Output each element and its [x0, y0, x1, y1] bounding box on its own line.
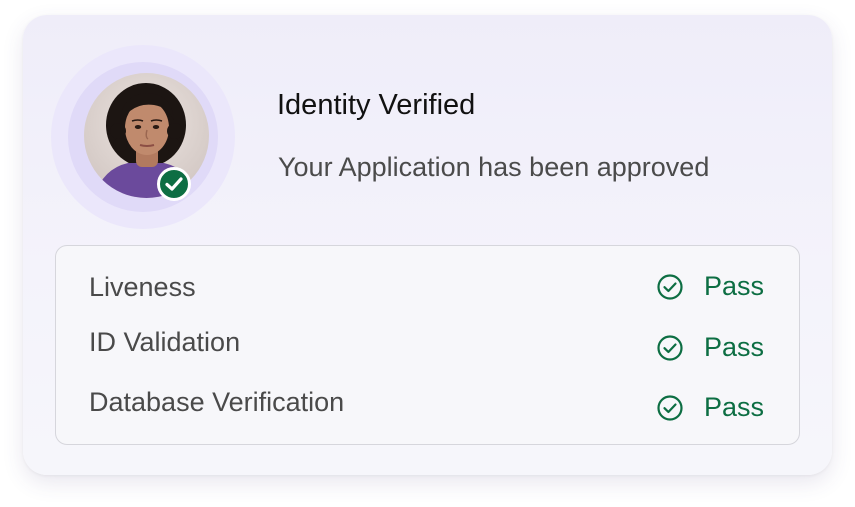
check-status-database-verification: Pass — [656, 392, 764, 423]
page-title: Identity Verified — [277, 89, 476, 121]
check-circle-icon — [657, 394, 683, 421]
check-circle-icon — [657, 273, 683, 300]
check-circle-icon — [657, 334, 683, 361]
check-status-id-validation: Pass — [656, 332, 764, 363]
status-text: Pass — [704, 392, 765, 422]
check-label-database-verification: Database Verification — [89, 387, 345, 417]
status-text: Pass — [704, 332, 765, 362]
check-label-id-validation: ID Validation — [89, 327, 241, 357]
check-icon — [165, 177, 183, 191]
approval-message: Your Application has been approved — [278, 152, 710, 182]
check-label-liveness: Liveness — [89, 272, 196, 302]
check-status-liveness: Pass — [656, 271, 764, 302]
verified-badge — [157, 167, 191, 201]
status-text: Pass — [704, 271, 765, 301]
